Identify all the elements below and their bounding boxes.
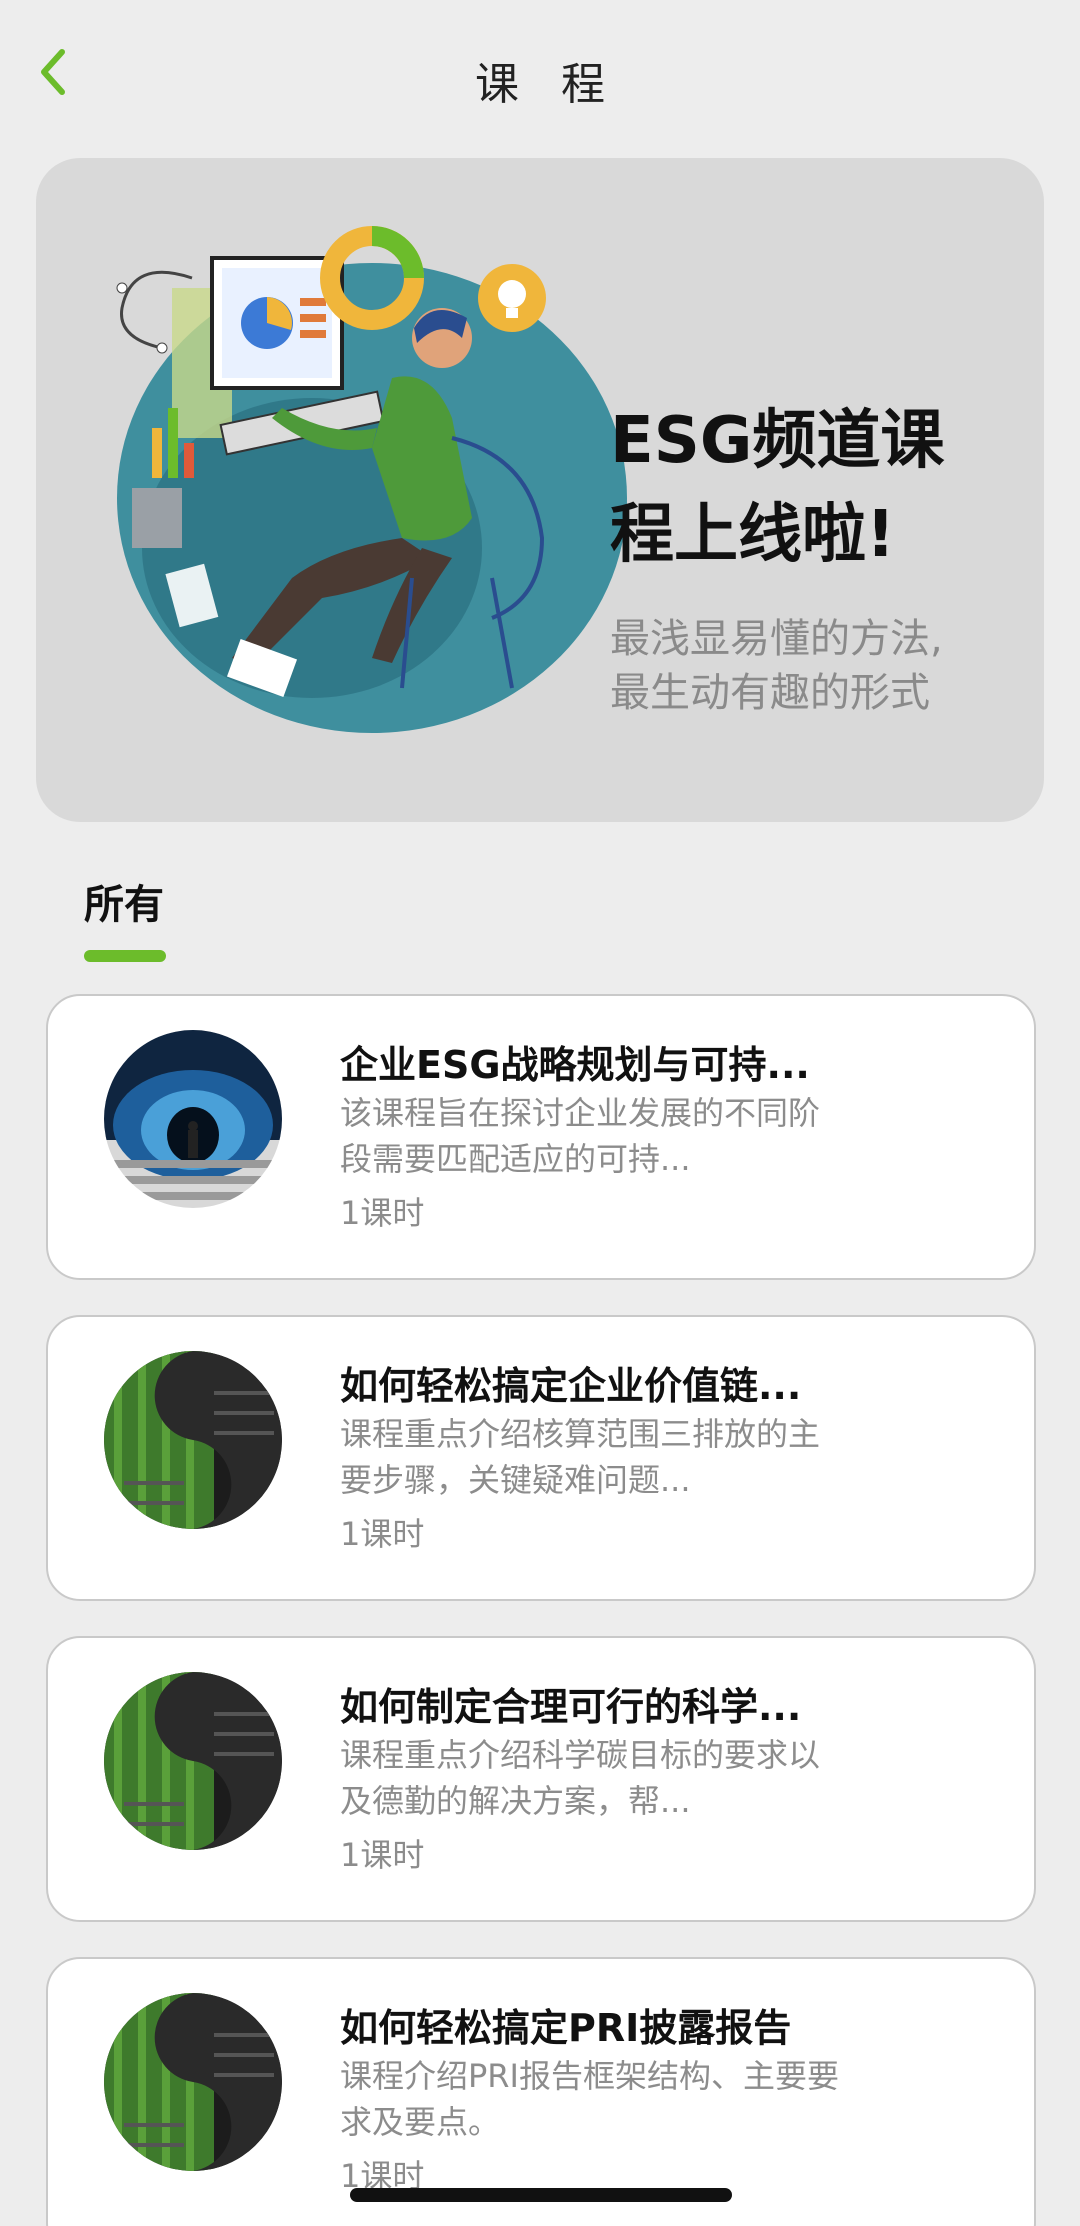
course-card[interactable]: 如何轻松搞定PRI披露报告 课程介绍PRI报告框架结构、主要要求及要点。 1课时	[46, 1957, 1036, 2226]
course-description: 课程重点介绍科学碳目标的要求以及德勤的解决方案，帮...	[340, 1736, 821, 1820]
banner-text: ESG频道课 程上线啦! 最浅显易懂的方法, 最生动有趣的形式	[610, 394, 1030, 720]
course-card[interactable]: 如何制定合理可行的科学... 课程重点介绍科学碳目标的要求以及德勤的解决方案，帮…	[46, 1636, 1036, 1922]
course-card[interactable]: 企业ESG战略规划与可持... 该课程旨在探讨企业发展的不同阶段需要匹配适应的可…	[46, 994, 1036, 1280]
course-title: 如何轻松搞定PRI披露报告	[340, 2006, 792, 2050]
course-thumbnail	[104, 1672, 282, 1850]
tab-active-indicator	[84, 950, 166, 962]
course-title: 如何制定合理可行的科学...	[340, 1685, 802, 1729]
course-description: 课程介绍PRI报告框架结构、主要要求及要点。	[340, 2057, 839, 2141]
course-lesson-count: 1课时	[340, 1515, 425, 1553]
banner-title: ESG频道课 程上线啦!	[610, 394, 1030, 582]
course-lesson-count: 1课时	[340, 1836, 425, 1874]
banner-subtitle: 最浅显易懂的方法, 最生动有趣的形式	[610, 612, 1030, 720]
banner-title-line: ESG频道课	[610, 404, 945, 478]
course-thumbnail	[104, 1030, 282, 1208]
course-thumbnail	[104, 1351, 282, 1529]
tab-all[interactable]: 所有	[84, 872, 164, 930]
banner-subtitle-line: 最生动有趣的形式	[610, 670, 930, 716]
home-indicator[interactable]	[350, 2188, 732, 2202]
course-title: 如何轻松搞定企业价值链...	[340, 1364, 802, 1408]
course-title: 企业ESG战略规划与可持...	[340, 1043, 810, 1087]
course-lesson-count: 1课时	[340, 1194, 425, 1232]
banner-illustration	[116, 226, 627, 733]
course-thumbnail	[104, 1993, 282, 2171]
banner-subtitle-line: 最浅显易懂的方法,	[610, 616, 943, 662]
banner-title-line: 程上线啦!	[610, 498, 896, 572]
promo-banner[interactable]: ESG频道课 程上线啦! 最浅显易懂的方法, 最生动有趣的形式	[36, 158, 1044, 822]
nav-bar: 课 程	[0, 0, 1080, 150]
page-title: 课 程	[475, 59, 619, 110]
course-description: 课程重点介绍核算范围三排放的主要步骤，关键疑难问题...	[340, 1415, 821, 1499]
course-card[interactable]: 如何轻松搞定企业价值链... 课程重点介绍核算范围三排放的主要步骤，关键疑难问题…	[46, 1315, 1036, 1601]
course-description: 该课程旨在探讨企业发展的不同阶段需要匹配适应的可持...	[340, 1094, 821, 1178]
